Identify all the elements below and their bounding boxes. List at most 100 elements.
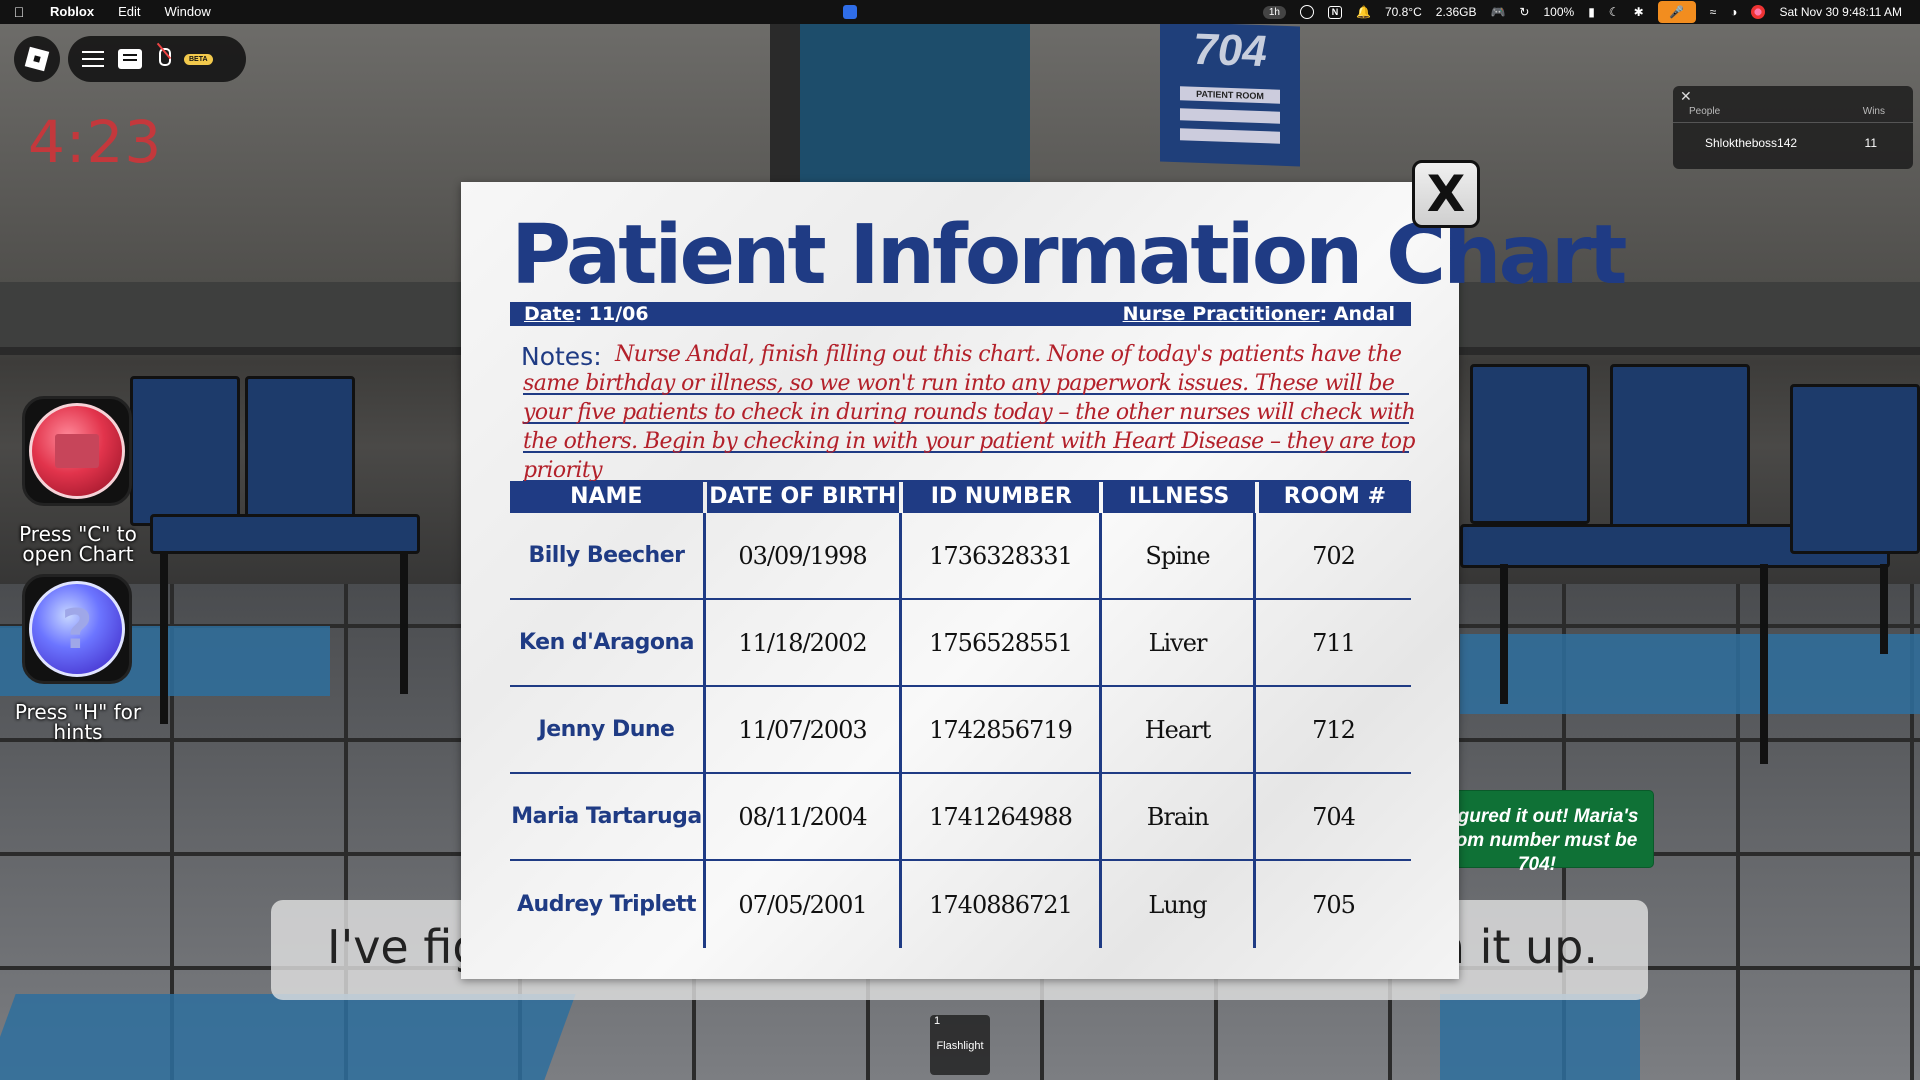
cell-dob: 08/11/2004 <box>706 774 902 859</box>
patient-chart: Patient Information Chart Date: 11/06 Nu… <box>461 182 1627 979</box>
chair-leg <box>1760 564 1768 764</box>
gamepad-icon[interactable]: 🎮 <box>1490 5 1505 19</box>
waiting-chair <box>1790 384 1920 554</box>
table-row: Jenny Dune 11/07/2003 1742856719 Heart 7… <box>510 687 1411 774</box>
notification-bell-icon[interactable]: 🔔 <box>1356 5 1371 19</box>
patient-table: NAME DATE OF BIRTH ID NUMBER ILLNESS ROO… <box>510 481 1411 948</box>
moon-icon[interactable]: ☾ <box>1609 5 1620 19</box>
leaderboard-col-wins: Wins <box>1862 106 1885 117</box>
wifi-icon[interactable]: ≈ <box>1710 5 1717 19</box>
menu-bar:  Roblox Edit Window 1h N 🔔 70.8°C 2.36G… <box>0 0 1920 24</box>
hints-button[interactable]: ? <box>22 574 132 684</box>
chair-leg <box>160 554 168 724</box>
door-frame <box>770 24 800 184</box>
waiting-chair <box>245 376 355 526</box>
cell-room: 705 <box>1312 890 1356 919</box>
countdown-timer: 4:23 <box>28 108 163 176</box>
battery-icon[interactable]: ▮ <box>1588 5 1595 19</box>
waiting-chair <box>1610 364 1750 534</box>
microphone-active-icon[interactable]: 🎤 <box>1657 1 1696 23</box>
menu-window[interactable]: Window <box>152 0 222 24</box>
waiting-chair <box>1470 364 1590 524</box>
cell-dob: 07/05/2001 <box>706 861 902 948</box>
question-mark-icon: ? <box>29 581 125 677</box>
chart-orb <box>29 403 125 499</box>
nurse-value: : Andal <box>1319 303 1395 325</box>
chart-nurse: Nurse Practitioner: Andal <box>1123 303 1395 325</box>
cell-illness: Liver <box>1102 600 1256 685</box>
notes-text: Nurse Andal, finish filling out this cha… <box>523 342 1416 483</box>
cell-room: 702 <box>1312 541 1356 570</box>
date-label: Date <box>524 303 575 325</box>
door <box>800 24 1030 184</box>
cell-dob: 11/07/2003 <box>706 687 902 772</box>
room-sign-bar <box>1180 128 1280 144</box>
roblox-menu-button[interactable] <box>14 36 60 82</box>
chair-leg <box>1880 564 1888 654</box>
col-room: ROOM # <box>1258 481 1411 513</box>
col-illness: ILLNESS <box>1103 481 1255 513</box>
hotbar-slot-number: 1 <box>934 1015 941 1027</box>
cell-room: 711 <box>1312 628 1356 657</box>
cell-illness: Heart <box>1102 687 1256 772</box>
room-sign-label: PATIENT ROOM <box>1180 86 1280 104</box>
table-row: Maria Tartaruga 08/11/2004 1741264988 Br… <box>510 774 1411 861</box>
col-dob: DATE OF BIRTH <box>706 481 900 513</box>
hotbar-slot-flashlight[interactable]: 1 Flashlight <box>930 1015 990 1075</box>
chart-meta-bar: Date: 11/06 Nurse Practitioner: Andal <box>510 302 1411 326</box>
hamburger-menu-icon[interactable] <box>82 51 104 67</box>
open-chart-button[interactable] <box>22 396 132 506</box>
menu-app-name[interactable]: Roblox <box>38 0 106 24</box>
cell-name: Maria Tartaruga <box>510 774 706 859</box>
cell-id: 1756528551 <box>902 600 1102 685</box>
beta-badge: BETA <box>184 53 213 65</box>
menu-datetime[interactable]: Sat Nov 30 9:48:11 AM <box>1779 5 1902 19</box>
cell-name: Billy Beecher <box>510 513 706 598</box>
memory-usage[interactable]: 2.36GB <box>1436 5 1477 19</box>
compass-icon[interactable] <box>1299 5 1314 19</box>
col-id: ID NUMBER <box>903 481 1100 513</box>
floor-blue-stripe <box>1440 994 1640 1080</box>
leaderboard: ✕ People Wins Shloktheboss142 11 <box>1673 86 1913 169</box>
table-row: Billy Beecher 03/09/1998 1736328331 Spin… <box>510 513 1411 600</box>
roblox-topbar: BETA <box>68 36 246 82</box>
cell-dob: 11/18/2002 <box>706 600 902 685</box>
close-icon[interactable]: ✕ <box>1680 88 1692 105</box>
cell-id: 1736328331 <box>902 513 1102 598</box>
cell-room: 712 <box>1312 715 1356 744</box>
hotbar-item-label: Flashlight <box>936 1040 984 1052</box>
window-indicator-icon[interactable] <box>843 5 857 19</box>
timer-pill[interactable]: 1h <box>1262 5 1286 19</box>
leaderboard-player-wins: 11 <box>1864 136 1877 150</box>
floor-blue-stripe <box>1460 634 1920 714</box>
menu-edit[interactable]: Edit <box>106 0 152 24</box>
nurse-label: Nurse Practitioner <box>1122 303 1320 325</box>
time-machine-icon[interactable]: ↻ <box>1519 5 1529 19</box>
chair-leg <box>1500 564 1508 704</box>
apple-icon[interactable]:  <box>0 4 38 20</box>
hints-label: Press "H" for hints <box>14 700 142 744</box>
cpu-temp[interactable]: 70.8°C <box>1385 5 1422 19</box>
bluetooth-icon[interactable]: ✱ <box>1634 5 1644 19</box>
chat-icon[interactable] <box>118 49 142 69</box>
notion-icon[interactable]: N <box>1327 5 1342 19</box>
cell-room: 704 <box>1312 802 1356 831</box>
battery-percent[interactable]: 100% <box>1543 5 1574 19</box>
cell-id: 1741264988 <box>902 774 1102 859</box>
cell-id: 1742856719 <box>902 687 1102 772</box>
cell-illness: Brain <box>1102 774 1256 859</box>
mic-muted-icon[interactable] <box>156 48 171 70</box>
siri-icon[interactable] <box>1751 5 1766 19</box>
room-sign-bar <box>1180 108 1280 124</box>
leaderboard-player-name[interactable]: Shloktheboss142 <box>1705 136 1797 150</box>
table-header: NAME DATE OF BIRTH ID NUMBER ILLNESS ROO… <box>510 481 1411 513</box>
divider <box>1673 122 1913 123</box>
chair-leg <box>400 554 408 694</box>
date-value: : 11/06 <box>574 303 649 325</box>
room-sign-number: 704 <box>1193 24 1267 77</box>
cell-dob: 03/09/1998 <box>706 513 902 598</box>
cell-name: Jenny Dune <box>510 687 706 772</box>
close-chart-button[interactable]: X <box>1412 160 1480 228</box>
control-center-icon[interactable]: ◑ <box>1730 5 1737 19</box>
folder-icon <box>55 434 99 468</box>
